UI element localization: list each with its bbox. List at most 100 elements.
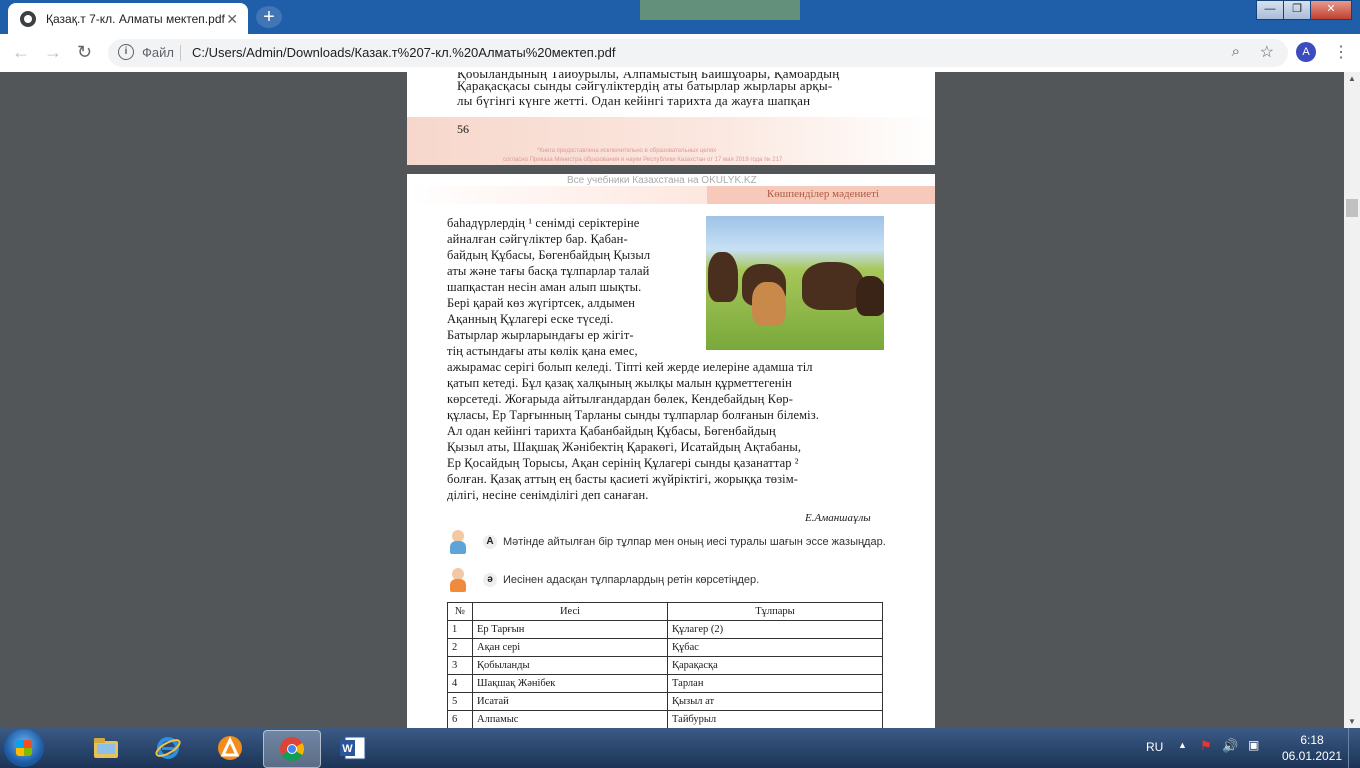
speaker-icon[interactable]: 🔊 [1222, 738, 1238, 754]
table-cell: 2 [447, 638, 473, 657]
text-line: Қызыл аты, Шақшақ Жәнібектің Қаракөгі, И… [447, 440, 802, 454]
task-text: Иесінен адасқан тұлпарлардың ретін көрсе… [503, 574, 760, 586]
start-button[interactable] [4, 729, 44, 767]
task-letter: А [483, 535, 497, 549]
pdf-viewer[interactable]: Қобыландының Тайбурылы, Алпамыстың Байшұ… [0, 72, 1344, 728]
text-line: тің астындағы аты көлік қана емес, [447, 344, 638, 358]
task-a: А Мәтінде айтылған бір тұлпар мен оның и… [449, 530, 886, 554]
text-line: көрсетеді. Жоғарыда айтылғандардан бөлек… [447, 392, 794, 406]
text-line: Ал одан кейінгі тарихта Қабанбайдың Құба… [447, 424, 776, 438]
table-cell: Алпамыс [472, 710, 668, 728]
text-line: ажырамас серігі болып келеді. Тіпті кей … [447, 360, 813, 374]
section-header-band: Көшпенділер мәдениеті [707, 186, 935, 204]
show-desktop-button[interactable] [1348, 728, 1360, 768]
taskbar-clock[interactable]: 6:18 06.01.2021 [1282, 732, 1342, 764]
minimize-button[interactable]: — [1256, 0, 1284, 20]
watermark-line: согласно Приказа Министра образования и … [503, 157, 783, 163]
table-cell: Исатай [472, 692, 668, 711]
address-bar[interactable]: i Файл C:/Users/Admin/Downloads/Казак.т%… [108, 39, 1288, 67]
horse-shape [708, 252, 738, 302]
text-line: лы бүгінгі күнге жетті. Одан кейінгі тар… [457, 93, 811, 108]
maximize-button[interactable]: ❐ [1283, 0, 1311, 20]
taskbar-chrome[interactable] [263, 730, 321, 768]
child-writing-icon [449, 530, 469, 554]
table-row: 5 Исатай Қызыл ат [447, 692, 883, 711]
windows-logo-icon [16, 740, 32, 756]
column-header: Тұлпары [667, 602, 883, 621]
flag-icon[interactable]: ⚑ [1200, 738, 1212, 754]
profile-avatar[interactable]: A [1296, 42, 1316, 62]
info-icon[interactable]: i [118, 44, 134, 60]
avast-icon [218, 736, 242, 760]
table-cell: 5 [447, 692, 473, 711]
menu-dots-icon[interactable]: ⋮ [1333, 42, 1349, 62]
table-header-row: № Иесі Тұлпары [447, 602, 883, 621]
clock-date: 06.01.2021 [1282, 749, 1343, 763]
address-url[interactable]: C:/Users/Admin/Downloads/Казак.т%207-кл.… [192, 45, 616, 60]
scrollbar-thumb[interactable] [1346, 199, 1358, 217]
table-cell: Тарлан [667, 674, 883, 693]
table-cell: Құлагер (2) [667, 620, 883, 639]
tab-title: Қазақ.т 7-кл. Алматы мектеп.pdf [46, 11, 225, 26]
text-line: Ақанның Құлагері еске түседі. [447, 312, 614, 326]
table-cell: Қобыланды [472, 656, 668, 675]
table-cell: Ер Тарғын [472, 620, 668, 639]
forward-arrow-icon[interactable]: → [44, 42, 62, 63]
bookmark-star-icon[interactable]: ☆ [1260, 42, 1274, 62]
windows-taskbar: W RU ▲ ⚑ 🔊 ▣ 6:18 06.01.2021 [0, 728, 1360, 768]
word-icon: W [340, 736, 366, 760]
language-indicator[interactable]: RU [1146, 740, 1163, 754]
child-thinking-icon [449, 568, 469, 592]
horses-photo [706, 216, 884, 350]
explorer-icon [94, 738, 118, 758]
table-cell: Шақшақ Жәнібек [472, 674, 668, 693]
back-arrow-icon[interactable]: ← [12, 42, 30, 63]
svg-text:W: W [342, 743, 353, 755]
scroll-down-arrow-icon[interactable]: ▼ [1348, 717, 1356, 726]
column-header: Иесі [472, 602, 668, 621]
clock-time: 6:18 [1300, 733, 1324, 747]
reload-icon[interactable]: ↻ [77, 42, 92, 63]
text-line: Ер Қосайдың Торысы, Ақан серінің Құлагер… [447, 456, 799, 470]
vertical-scrollbar[interactable]: ▲ ▼ [1344, 72, 1360, 728]
taskbar-explorer[interactable] [78, 730, 134, 766]
watermark-line: *Книга предоставлена исключительно в обр… [537, 148, 717, 154]
background-window-ghost [640, 0, 800, 20]
author-signature: Е.Аманшаұлы [805, 512, 871, 524]
tab-close-icon[interactable]: ✕ [226, 11, 238, 28]
table-row: 6 Алпамыс Тайбурыл [447, 710, 883, 728]
taskbar-internet-explorer[interactable] [140, 730, 196, 766]
text-line: Бері қарай көз жүгіртсек, алдымен [447, 296, 636, 310]
header-band-left [407, 186, 707, 204]
close-window-button[interactable]: ✕ [1310, 0, 1352, 20]
new-tab-button[interactable]: + [256, 6, 282, 28]
table-row: 2 Ақан сері Құбас [447, 638, 883, 657]
scroll-up-arrow-icon[interactable]: ▲ [1348, 74, 1356, 83]
text-line: Қарақасқасы сынды сәйгүліктердің аты бат… [457, 78, 833, 93]
text-line: баһадүрлердің ¹ сенімді серіктеріне [447, 216, 640, 230]
page-footer-band: 56 *Книга предоставлена исключительно в … [407, 117, 935, 165]
text-line: Батырлар жырларындағы ер жігіт- [447, 328, 634, 342]
network-icon[interactable]: ▣ [1248, 738, 1259, 752]
horse-shape [856, 276, 884, 316]
internet-explorer-icon [155, 737, 181, 759]
table-cell: 4 [447, 674, 473, 693]
search-icon[interactable]: ⌕ [1232, 43, 1240, 60]
browser-tab[interactable]: Қазақ.т 7-кл. Алматы мектеп.pdf ✕ [8, 3, 248, 34]
task-letter: ә [483, 573, 497, 587]
taskbar-avast[interactable] [202, 730, 258, 766]
section-header: Көшпенділер мәдениеті [766, 188, 879, 200]
table-row: 4 Шақшақ Жәнібек Тарлан [447, 674, 883, 693]
column-header: № [447, 602, 473, 621]
pdf-page-56: Қобыландының Тайбурылы, Алпамыстың Байшұ… [407, 72, 935, 165]
address-separator [180, 45, 181, 61]
taskbar-word[interactable]: W [325, 730, 381, 766]
table-cell: 3 [447, 656, 473, 675]
text-line: айналған сәйгүліктер бар. Қабан- [447, 232, 628, 246]
tray-expand-icon[interactable]: ▲ [1178, 740, 1187, 750]
table-row: 3 Қобыланды Қарақасқа [447, 656, 883, 675]
task-text: Мәтінде айтылған бір тұлпар мен оның иес… [503, 536, 886, 548]
text-line: ділігі, несіне сенімділігі деп санаған. [447, 488, 649, 502]
pdf-page-57: Все учебники Казахстана на OKULYK.KZ Көш… [407, 174, 935, 728]
task-b: ә Иесінен адасқан тұлпарлардың ретін көр… [449, 568, 759, 592]
